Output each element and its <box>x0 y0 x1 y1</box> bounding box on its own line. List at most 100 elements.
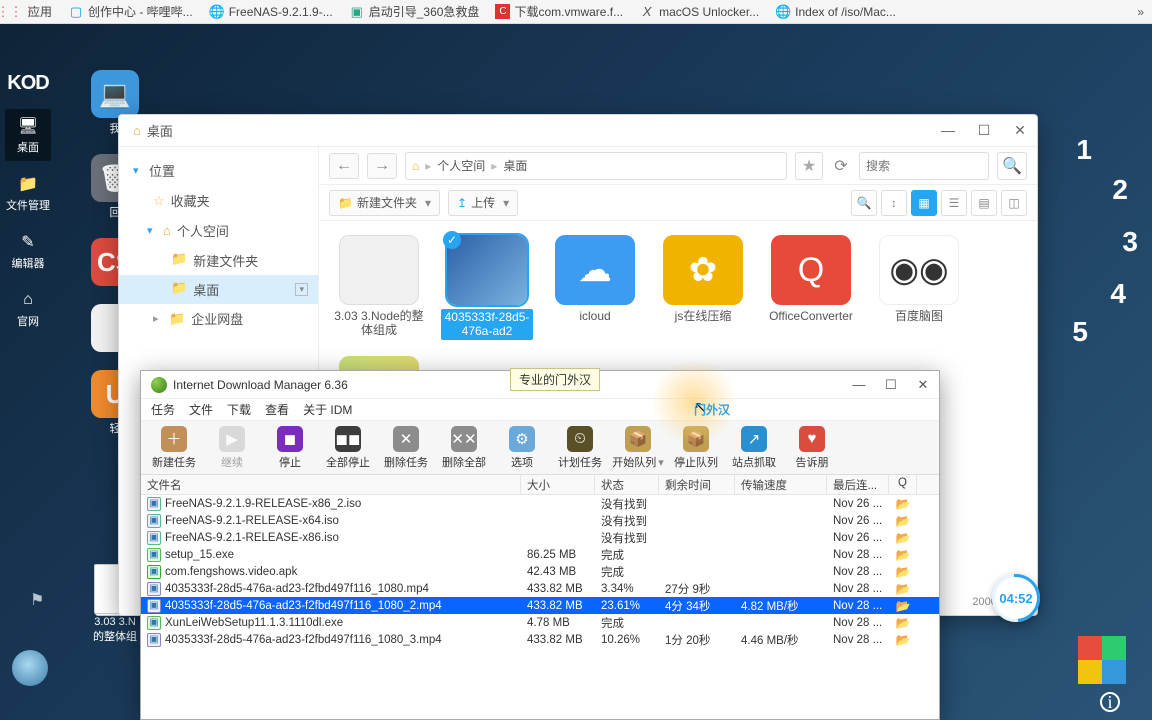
close-button[interactable]: ✕ <box>1011 122 1029 139</box>
home-icon[interactable]: ⌂ <box>412 159 419 173</box>
side-newfolder[interactable]: 📁新建文件夹 <box>119 246 318 275</box>
upload-button[interactable]: ↥上传▾ <box>448 190 518 216</box>
idm-tbtn-11[interactable]: ♥告诉朋 <box>783 423 841 473</box>
side-personal[interactable]: ▾⌂个人空间 <box>119 215 318 246</box>
dock-files[interactable]: 📁文件管理 <box>5 167 51 219</box>
open-folder-icon[interactable]: 📂 <box>896 531 911 545</box>
menu-tasks[interactable]: 任务 <box>151 401 175 418</box>
col-size[interactable]: 大小 <box>521 475 595 494</box>
home-icon: ⌂ <box>163 223 171 238</box>
grid-view-button[interactable]: ▦ <box>911 190 937 216</box>
idm-column-header[interactable]: 文件名 大小 状态 剩余时间 传输速度 最后连... Q <box>141 475 939 495</box>
list-view-button[interactable]: ☰ <box>941 190 967 216</box>
fm-item-2[interactable]: ☁icloud <box>549 235 641 340</box>
col-status[interactable]: 状态 <box>595 475 659 494</box>
idm-tbtn-1[interactable]: ▶继续 <box>203 423 261 473</box>
user-avatar[interactable] <box>12 650 48 686</box>
crumb-personal[interactable]: 个人空间 <box>437 157 485 174</box>
bookmarks-overflow[interactable]: » <box>1137 5 1144 19</box>
idm-tbtn-2[interactable]: ◼停止 <box>261 423 319 473</box>
open-folder-icon[interactable]: 📂 <box>896 514 911 528</box>
flag-icon[interactable]: ⚑ <box>30 590 44 610</box>
side-location[interactable]: ▾位置 <box>119 155 318 186</box>
open-folder-icon[interactable]: 📂 <box>896 599 911 613</box>
idm-tbtn-9[interactable]: 📦停止队列 <box>667 423 725 473</box>
open-folder-icon[interactable]: 📂 <box>896 565 911 579</box>
idm-tbtn-0[interactable]: ＋新建任务 <box>145 423 203 473</box>
maximize-button[interactable]: ☐ <box>883 377 899 393</box>
new-folder-button[interactable]: 📁新建文件夹▾ <box>329 190 440 216</box>
split-view-button[interactable]: ◫ <box>1001 190 1027 216</box>
download-row[interactable]: ▣4035333f-28d5-476a-ad23-f2fbd497f116_10… <box>141 631 939 648</box>
fm-item-1[interactable]: ✓4035333f-28d5-476a-ad2 <box>441 235 533 340</box>
idm-tbtn-4[interactable]: ✕删除任务 <box>377 423 435 473</box>
dock-website[interactable]: ⌂官网 <box>5 283 51 335</box>
dock-desktop[interactable]: 🖥桌面 <box>5 109 51 161</box>
download-row[interactable]: ▣com.fengshows.video.apk42.43 MB完成Nov 28… <box>141 563 939 580</box>
download-row[interactable]: ▣FreeNAS-9.2.1-RELEASE-x86.iso没有找到Nov 26… <box>141 529 939 546</box>
dock-editor[interactable]: ✎编辑器 <box>5 225 51 277</box>
menu-file[interactable]: 文件 <box>189 401 213 418</box>
side-enterprise[interactable]: ▸📁企业网盘 <box>119 304 318 333</box>
menu-download[interactable]: 下载 <box>227 401 251 418</box>
crumb-desktop[interactable]: 桌面 <box>503 157 527 174</box>
bookmark-item-0[interactable]: ▢创作中心 - 哔哩哔... <box>68 3 193 20</box>
close-button[interactable]: ✕ <box>915 377 931 393</box>
menu-about[interactable]: 关于 IDM <box>303 401 352 418</box>
idm-tbtn-7[interactable]: ⏲计划任务 <box>551 423 609 473</box>
fm-item-3[interactable]: ✿js在线压缩 <box>657 235 749 340</box>
info-icon[interactable]: i <box>1100 692 1120 712</box>
bookmark-item-4[interactable]: XmacOS Unlocker... <box>639 4 759 20</box>
detail-view-button[interactable]: ▤ <box>971 190 997 216</box>
fm-titlebar[interactable]: ⌂桌面 — ☐ ✕ <box>119 115 1037 147</box>
open-folder-icon[interactable]: 📂 <box>896 616 911 630</box>
side-favorites[interactable]: ☆收藏夹 <box>119 186 318 215</box>
download-row[interactable]: ▣FreeNAS-9.2.1-RELEASE-x64.iso没有找到Nov 26… <box>141 512 939 529</box>
download-row[interactable]: ▣setup_15.exe86.25 MB完成Nov 28 ...📂 <box>141 546 939 563</box>
maximize-button[interactable]: ☐ <box>975 122 993 139</box>
col-time[interactable]: 剩余时间 <box>659 475 735 494</box>
home-icon: ⌂ <box>17 289 39 311</box>
search-input[interactable] <box>859 152 989 180</box>
search-button[interactable]: 🔍 <box>997 152 1027 180</box>
fm-item-4[interactable]: QOfficeConverter <box>765 235 857 340</box>
nav-back-button[interactable]: ← <box>329 153 359 179</box>
bookmark-item-5[interactable]: 🌐Index of /iso/Mac... <box>775 4 896 20</box>
fm-item-5[interactable]: ◉◉百度脑图 <box>873 235 965 340</box>
sort-button[interactable]: ↕ <box>881 190 907 216</box>
minimize-button[interactable]: — <box>851 377 867 393</box>
minimize-button[interactable]: — <box>939 122 957 139</box>
menu-view[interactable]: 查看 <box>265 401 289 418</box>
idm-tbtn-5[interactable]: ✕✕删除全部 <box>435 423 493 473</box>
bookmark-item-2[interactable]: ▣启动引导_360急救盘 <box>349 3 480 20</box>
idm-tbtn-10[interactable]: ↗站点抓取 <box>725 423 783 473</box>
open-folder-icon[interactable]: 📂 <box>896 582 911 596</box>
bookmark-item-1[interactable]: 🌐FreeNAS-9.2.1.9-... <box>209 4 333 20</box>
col-name[interactable]: 文件名 <box>141 475 521 494</box>
idm-tbtn-3[interactable]: ◼◼全部停止 <box>319 423 377 473</box>
refresh-button[interactable]: ⟳ <box>831 152 851 180</box>
bookmark-apps[interactable]: ⋮⋮⋮应用 <box>8 3 52 20</box>
idm-tbtn-6[interactable]: ⚙选项 <box>493 423 551 473</box>
bookmark-item-3[interactable]: C下载com.vmware.f... <box>495 3 623 20</box>
idm-tbtn-8[interactable]: 📦开始队列▾ <box>609 423 667 473</box>
col-date[interactable]: 最后连... <box>827 475 889 494</box>
tool-icon: ⚙ <box>509 426 535 452</box>
nav-forward-button[interactable]: → <box>367 153 397 179</box>
open-folder-icon[interactable]: 📂 <box>896 548 911 562</box>
dropdown-icon[interactable]: ▾ <box>295 283 308 296</box>
breadcrumb[interactable]: ⌂ ▸ 个人空间 ▸ 桌面 <box>405 152 787 180</box>
col-q[interactable]: Q <box>889 475 917 494</box>
open-folder-icon[interactable]: 📂 <box>896 497 911 511</box>
favorite-button[interactable]: ★ <box>795 152 823 180</box>
download-row[interactable]: ▣XunLeiWebSetup11.1.3.1110dl.exe4.78 MB完… <box>141 614 939 631</box>
side-desktop[interactable]: 📁桌面▾ <box>119 275 318 304</box>
download-row[interactable]: ▣4035333f-28d5-476a-ad23-f2fbd497f116_10… <box>141 597 939 614</box>
zoom-button[interactable]: 🔍 <box>851 190 877 216</box>
fm-item-0[interactable]: 3.03 3.Node的整体组成 <box>333 235 425 340</box>
desktop[interactable]: 1 2 3 4 5 KOD 🖥桌面 📁文件管理 ✎编辑器 ⌂官网 ⚑ 💻我 🗑回… <box>0 24 1152 720</box>
open-folder-icon[interactable]: 📂 <box>896 633 911 647</box>
col-speed[interactable]: 传输速度 <box>735 475 827 494</box>
download-row[interactable]: ▣4035333f-28d5-476a-ad23-f2fbd497f116_10… <box>141 580 939 597</box>
download-row[interactable]: ▣FreeNAS-9.2.1.9-RELEASE-x86_2.iso没有找到No… <box>141 495 939 512</box>
